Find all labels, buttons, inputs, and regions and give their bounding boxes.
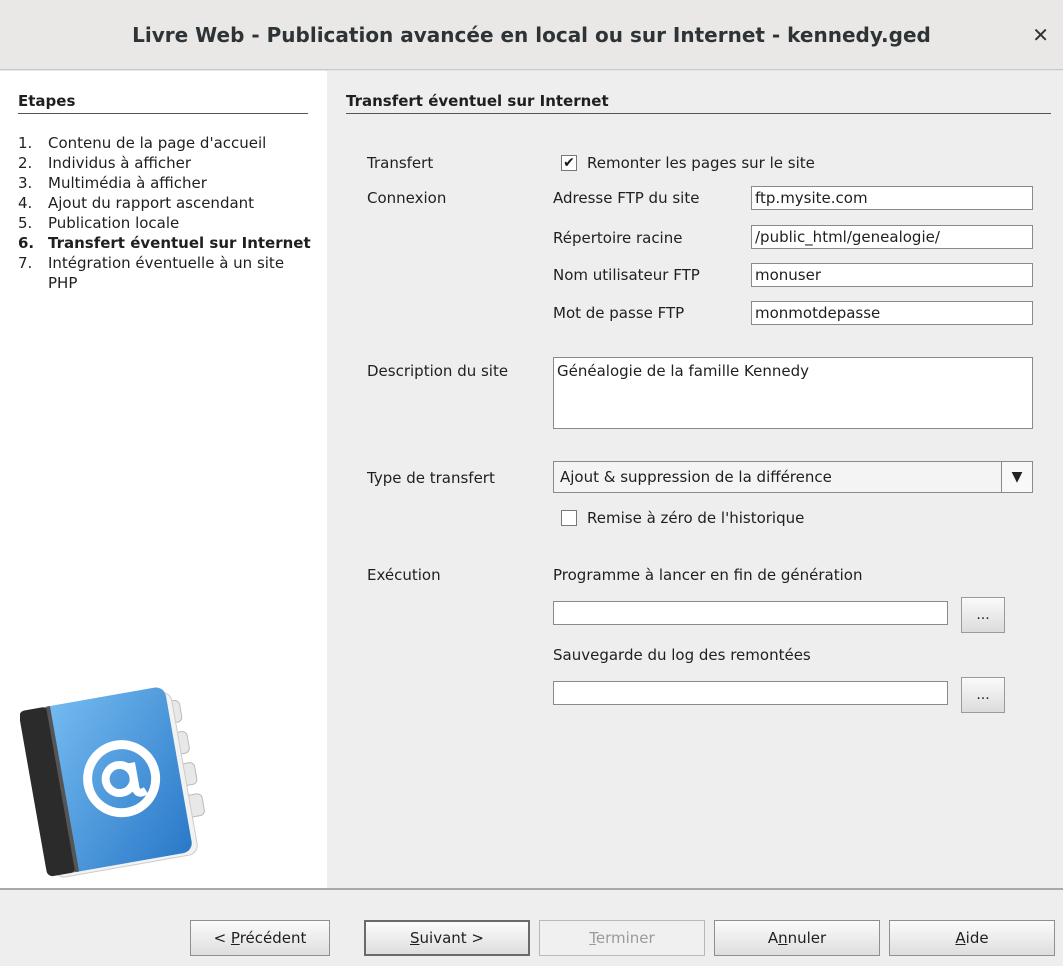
- description-label: Description du site: [367, 362, 509, 380]
- window-title: Livre Web - Publication avancée en local…: [132, 23, 931, 47]
- step-label: Transfert éventuel sur Internet: [48, 234, 311, 252]
- form-panel: Transfert éventuel sur Internet Transfer…: [327, 71, 1063, 889]
- step-number: 7.: [18, 254, 33, 272]
- ftp-password-input[interactable]: monmotdepasse: [751, 301, 1033, 325]
- description-textarea[interactable]: Généalogie de la famille Kennedy: [553, 357, 1033, 429]
- address-book-at-icon: [20, 687, 205, 878]
- execution-label: Exécution: [367, 566, 441, 584]
- step-number: 6.: [18, 234, 35, 252]
- step-number: 3.: [18, 174, 33, 192]
- close-icon[interactable]: ✕: [1032, 0, 1049, 70]
- reset-history-checkbox[interactable]: [561, 510, 577, 526]
- step-label: Multimédia à afficher: [48, 174, 207, 192]
- previous-button-label: récédent: [239, 929, 307, 947]
- step-item: 4. Ajout du rapport ascendant: [18, 193, 318, 213]
- form-title: Transfert éventuel sur Internet: [346, 91, 1051, 114]
- upload-checkbox-label: Remonter les pages sur le site: [587, 154, 815, 172]
- program-label: Programme à lancer en fin de génération: [553, 566, 863, 584]
- help-button-mnemonic: A: [955, 929, 966, 947]
- program-input[interactable]: [553, 601, 948, 625]
- steps-list: 1. Contenu de la page d'accueil 2. Individ…: [18, 133, 318, 293]
- transfer-type-select[interactable]: Ajout & suppression de la différence ▼: [553, 461, 1033, 493]
- log-input[interactable]: [553, 681, 948, 705]
- previous-button-mnemonic: P: [230, 929, 240, 947]
- transfer-type-label: Type de transfert: [367, 469, 495, 487]
- root-dir-label: Répertoire racine: [553, 229, 683, 247]
- ftp-password-label: Mot de passe FTP: [553, 304, 685, 322]
- chevron-down-icon[interactable]: ▼: [1001, 462, 1032, 492]
- ftp-user-input[interactable]: monuser: [751, 263, 1033, 287]
- steps-title: Etapes: [18, 91, 308, 114]
- root-dir-input[interactable]: /public_html/genealogie/: [751, 225, 1033, 249]
- step-item: 5. Publication locale: [18, 213, 318, 233]
- ftp-address-label: Adresse FTP du site: [553, 189, 700, 207]
- step-number: 2.: [18, 154, 33, 172]
- step-label: Contenu de la page d'accueil: [48, 134, 267, 152]
- step-number: 4.: [18, 194, 33, 212]
- help-button-label: ide: [965, 929, 989, 947]
- previous-button[interactable]: < Précédent: [190, 920, 330, 956]
- connexion-label: Connexion: [367, 189, 447, 207]
- previous-button-prefix: <: [213, 929, 231, 947]
- cancel-button-prefix: A: [767, 929, 779, 947]
- finish-button[interactable]: Terminer: [539, 920, 705, 956]
- step-label: Intégration éventuelle à un site PHP: [48, 254, 285, 292]
- cancel-button-label: nuler: [787, 929, 827, 947]
- ftp-address-input[interactable]: ftp.mysite.com: [751, 186, 1033, 210]
- step-item: 3. Multimédia à afficher: [18, 173, 318, 193]
- upload-checkbox[interactable]: ✔: [561, 155, 577, 171]
- step-item: 7. Intégration éventuelle à un site PHP: [18, 253, 318, 293]
- next-button[interactable]: Suivant >: [364, 920, 530, 956]
- step-item: 1. Contenu de la page d'accueil: [18, 133, 318, 153]
- cancel-button-mnemonic: n: [778, 929, 788, 947]
- window-titlebar: Livre Web - Publication avancée en local…: [0, 0, 1063, 70]
- step-item-active: 6. Transfert éventuel sur Internet: [18, 233, 318, 253]
- finish-button-mnemonic: T: [589, 929, 596, 947]
- step-label: Individus à afficher: [48, 154, 192, 172]
- next-button-mnemonic: S: [410, 929, 420, 947]
- step-label: Ajout du rapport ascendant: [48, 194, 255, 212]
- help-button[interactable]: Aide: [889, 920, 1055, 956]
- steps-panel: Etapes 1. Contenu de la page d'accueil 2.…: [0, 71, 327, 889]
- next-button-label: uivant >: [419, 929, 484, 947]
- log-label: Sauvegarde du log des remontées: [553, 646, 811, 664]
- footer: < Précédent Suivant > Terminer Annuler A…: [0, 890, 1063, 966]
- transfert-label: Transfert: [367, 154, 434, 172]
- step-label: Publication locale: [48, 214, 180, 232]
- cancel-button[interactable]: Annuler: [714, 920, 880, 956]
- program-browse-button[interactable]: ...: [961, 597, 1005, 633]
- step-number: 5.: [18, 214, 33, 232]
- log-browse-button[interactable]: ...: [961, 677, 1005, 713]
- step-number: 1.: [18, 134, 33, 152]
- ftp-user-label: Nom utilisateur FTP: [553, 266, 700, 284]
- reset-history-label: Remise à zéro de l'historique: [587, 509, 805, 527]
- transfer-type-value: Ajout & suppression de la différence: [560, 468, 832, 486]
- finish-button-label: erminer: [595, 929, 655, 947]
- step-item: 2. Individus à afficher: [18, 153, 318, 173]
